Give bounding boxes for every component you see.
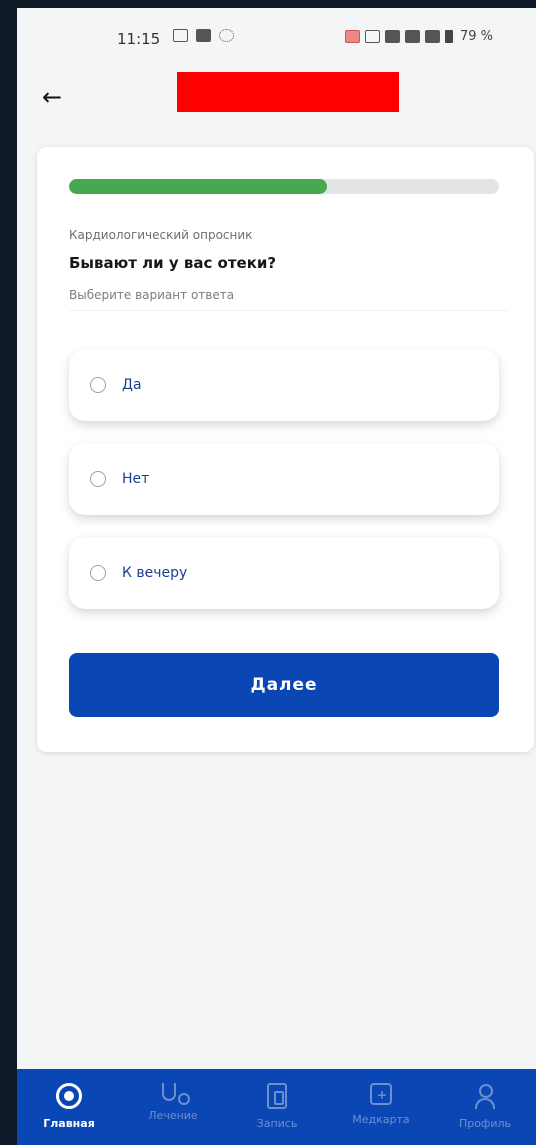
bottom-navigation: Главная Лечение Запись Медкарта Профиль bbox=[17, 1069, 536, 1145]
answer-option-label: Да bbox=[122, 377, 142, 393]
video-icon bbox=[196, 29, 211, 42]
signal-icon-2 bbox=[425, 30, 440, 43]
nav-item-home[interactable]: Главная bbox=[17, 1069, 121, 1145]
nav-label: Профиль bbox=[458, 1117, 512, 1130]
screen-record-icon bbox=[219, 29, 234, 42]
answer-option-yes[interactable]: Да bbox=[69, 349, 499, 421]
progress-bar bbox=[69, 179, 499, 194]
status-time: 11:15 bbox=[117, 30, 161, 48]
answer-option-label: К вечеру bbox=[122, 565, 188, 581]
arrow-left-icon: ← bbox=[41, 83, 63, 111]
progress-bar-fill bbox=[69, 179, 327, 194]
phone-screen: 11:15 79 % ← Кардиологический опросник Б… bbox=[17, 8, 536, 1145]
nav-item-appointment[interactable]: Запись bbox=[225, 1069, 329, 1145]
nav-item-profile[interactable]: Профиль bbox=[433, 1069, 536, 1145]
answer-option-no[interactable]: Нет bbox=[69, 443, 499, 515]
nav-label: Главная bbox=[43, 1117, 95, 1130]
divider bbox=[69, 310, 509, 311]
radio-button-icon[interactable] bbox=[90, 377, 106, 393]
calendar-icon bbox=[173, 29, 188, 42]
answer-option-label: Нет bbox=[122, 471, 150, 487]
radio-button-icon[interactable] bbox=[90, 565, 106, 581]
wifi-icon bbox=[385, 30, 400, 43]
answer-hint: Выберите вариант ответа bbox=[69, 288, 235, 302]
survey-card: Кардиологический опросник Бывают ли у ва… bbox=[37, 147, 534, 752]
question-text: Бывают ли у вас отеки? bbox=[69, 254, 277, 272]
back-button[interactable]: ← bbox=[37, 82, 67, 112]
home-icon bbox=[56, 1083, 82, 1109]
nav-item-treatment[interactable]: Лечение bbox=[121, 1069, 225, 1145]
battery-icon bbox=[445, 30, 453, 43]
status-icons-left bbox=[173, 29, 234, 42]
answer-option-evening[interactable]: К вечеру bbox=[69, 537, 499, 609]
clipboard-icon bbox=[267, 1083, 287, 1109]
profile-icon bbox=[472, 1083, 498, 1109]
status-icons-right: 79 % bbox=[345, 29, 493, 44]
sim-icon bbox=[365, 30, 380, 43]
signal-icon bbox=[405, 30, 420, 43]
nav-label: Лечение bbox=[148, 1109, 198, 1122]
nav-item-medical-card[interactable]: Медкарта bbox=[329, 1069, 433, 1145]
redacted-title bbox=[177, 72, 399, 112]
nav-label: Медкарта bbox=[352, 1113, 410, 1126]
stethoscope-icon bbox=[162, 1083, 190, 1105]
nav-label: Запись bbox=[256, 1117, 298, 1130]
radio-button-icon[interactable] bbox=[90, 471, 106, 487]
status-bar: 11:15 79 % bbox=[17, 8, 536, 64]
medical-card-icon bbox=[370, 1083, 392, 1105]
next-button[interactable]: Далее bbox=[69, 653, 499, 717]
notification-icon bbox=[345, 30, 360, 43]
battery-percent: 79 % bbox=[460, 29, 494, 44]
survey-name: Кардиологический опросник bbox=[69, 228, 253, 242]
